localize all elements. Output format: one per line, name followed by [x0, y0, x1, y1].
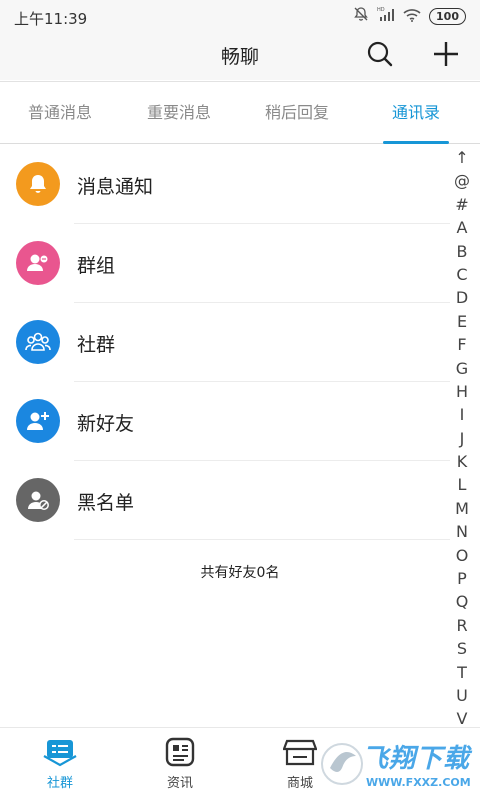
tab-label: 稍后回复	[264, 103, 329, 122]
watermark-text: 飞翔下载	[362, 744, 471, 774]
store-icon	[282, 736, 318, 768]
page-title: 畅聊	[220, 46, 259, 68]
list-item-label: 新好友	[77, 413, 135, 435]
index-letter[interactable]: J	[450, 427, 474, 450]
blacklist-icon	[16, 478, 60, 522]
svg-text:HD: HD	[377, 7, 385, 13]
tab-important-messages[interactable]: 重要消息	[120, 82, 238, 144]
list-item-blacklist[interactable]: 黑名单	[0, 461, 450, 540]
index-letter[interactable]: I	[450, 403, 474, 426]
wifi-icon	[403, 7, 421, 26]
tab-contacts[interactable]: 通讯录	[383, 82, 449, 144]
community-list-icon	[42, 736, 78, 768]
list-item-new-friends[interactable]: 新好友	[0, 382, 450, 461]
list-item-notifications[interactable]: 消息通知	[0, 145, 450, 224]
watermark-emblem-icon	[321, 743, 363, 785]
watermark-logo: 飞翔下载 WWW.FXXZ.COM	[318, 732, 480, 800]
index-letter[interactable]: S	[450, 637, 474, 660]
index-letter[interactable]: O	[450, 544, 474, 567]
index-letter[interactable]: U	[450, 684, 474, 707]
status-time: 上午11:39	[14, 10, 88, 28]
list-item-label: 黑名单	[77, 492, 135, 514]
status-bar: 上午11:39 HD 100	[0, 0, 480, 34]
add-friend-icon	[16, 399, 60, 443]
search-button[interactable]	[362, 38, 398, 74]
nav-label: 资讯	[166, 776, 193, 791]
index-letter[interactable]: P	[450, 567, 474, 590]
battery-indicator: 100	[429, 7, 466, 25]
index-letter[interactable]: F	[450, 333, 474, 356]
index-letter[interactable]: V	[450, 707, 474, 726]
index-letter[interactable]: A	[450, 216, 474, 239]
index-letter[interactable]: M	[450, 497, 474, 520]
list-item-label: 消息通知	[77, 176, 154, 198]
tab-label: 普通消息	[27, 103, 92, 122]
index-letter[interactable]: N	[450, 520, 474, 543]
watermark-url: WWW.FXXZ.COM	[366, 776, 471, 789]
index-letter[interactable]: E	[450, 310, 474, 333]
list-item-groups[interactable]: 群组	[0, 224, 450, 303]
nav-community[interactable]: 社群	[0, 728, 120, 801]
index-letter[interactable]: G	[450, 357, 474, 380]
index-letter[interactable]: @	[450, 169, 474, 192]
index-letter[interactable]: R	[450, 614, 474, 637]
index-letter[interactable]: ↑	[450, 146, 474, 169]
divider	[74, 539, 450, 540]
add-button[interactable]	[428, 38, 464, 74]
index-letter[interactable]: Q	[450, 590, 474, 613]
list-item-community[interactable]: 社群	[0, 303, 450, 382]
tab-label: 通讯录	[391, 103, 440, 122]
community-icon	[16, 320, 60, 364]
index-letter[interactable]: D	[450, 286, 474, 309]
list-item-label: 群组	[77, 255, 116, 277]
index-letter[interactable]: H	[450, 380, 474, 403]
search-icon	[366, 40, 394, 72]
index-letter[interactable]: K	[450, 450, 474, 473]
tab-label: 重要消息	[146, 103, 211, 122]
status-icons: HD 100	[353, 6, 466, 26]
app-header: 畅聊	[0, 34, 480, 80]
index-letter[interactable]: B	[450, 240, 474, 263]
tab-reply-later[interactable]: 稍后回复	[238, 82, 356, 144]
bell-icon	[16, 162, 60, 206]
group-icon	[16, 241, 60, 285]
nav-news[interactable]: 资讯	[120, 728, 240, 801]
news-icon	[162, 736, 198, 768]
message-tabs: 普通消息 重要消息 稍后回复 通讯录	[0, 81, 480, 144]
friend-count: 共有好友0名	[200, 565, 280, 581]
plus-icon	[432, 40, 460, 72]
mute-bell-icon	[353, 6, 369, 26]
tab-normal-messages[interactable]: 普通消息	[0, 82, 120, 144]
alphabet-index[interactable]: ↑ @ # A B C D E F G H I J K L M N O P Q R S T U V	[450, 146, 474, 726]
index-letter[interactable]: T	[450, 661, 474, 684]
index-letter[interactable]: C	[450, 263, 474, 286]
active-tab-indicator	[383, 141, 449, 144]
index-letter[interactable]: L	[450, 473, 474, 496]
list-item-label: 社群	[77, 334, 116, 356]
signal-icon: HD	[377, 6, 395, 26]
nav-label: 社群	[46, 776, 73, 791]
index-letter[interactable]: #	[450, 193, 474, 216]
